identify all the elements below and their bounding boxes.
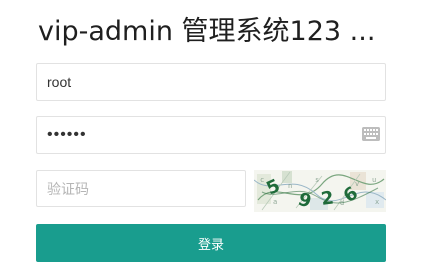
password-input[interactable] (37, 117, 385, 153)
svg-text:n: n (288, 182, 292, 190)
username-input[interactable] (37, 64, 385, 100)
captcha-field[interactable] (36, 170, 246, 207)
svg-text:v: v (355, 180, 359, 188)
keyboard-icon[interactable] (362, 127, 380, 141)
username-field[interactable] (36, 63, 386, 101)
svg-text:x: x (375, 198, 379, 206)
captcha-input[interactable] (37, 171, 245, 206)
svg-text:s: s (315, 176, 319, 184)
login-button[interactable]: 登录 (36, 224, 386, 262)
svg-text:a: a (273, 198, 277, 206)
password-field[interactable] (36, 116, 386, 154)
page-title: vip-admin 管理系统123 ... (38, 16, 376, 47)
svg-text:u: u (372, 176, 376, 184)
captcha-image[interactable]: c a n s d v u x 5 9 2 6 (254, 170, 386, 212)
